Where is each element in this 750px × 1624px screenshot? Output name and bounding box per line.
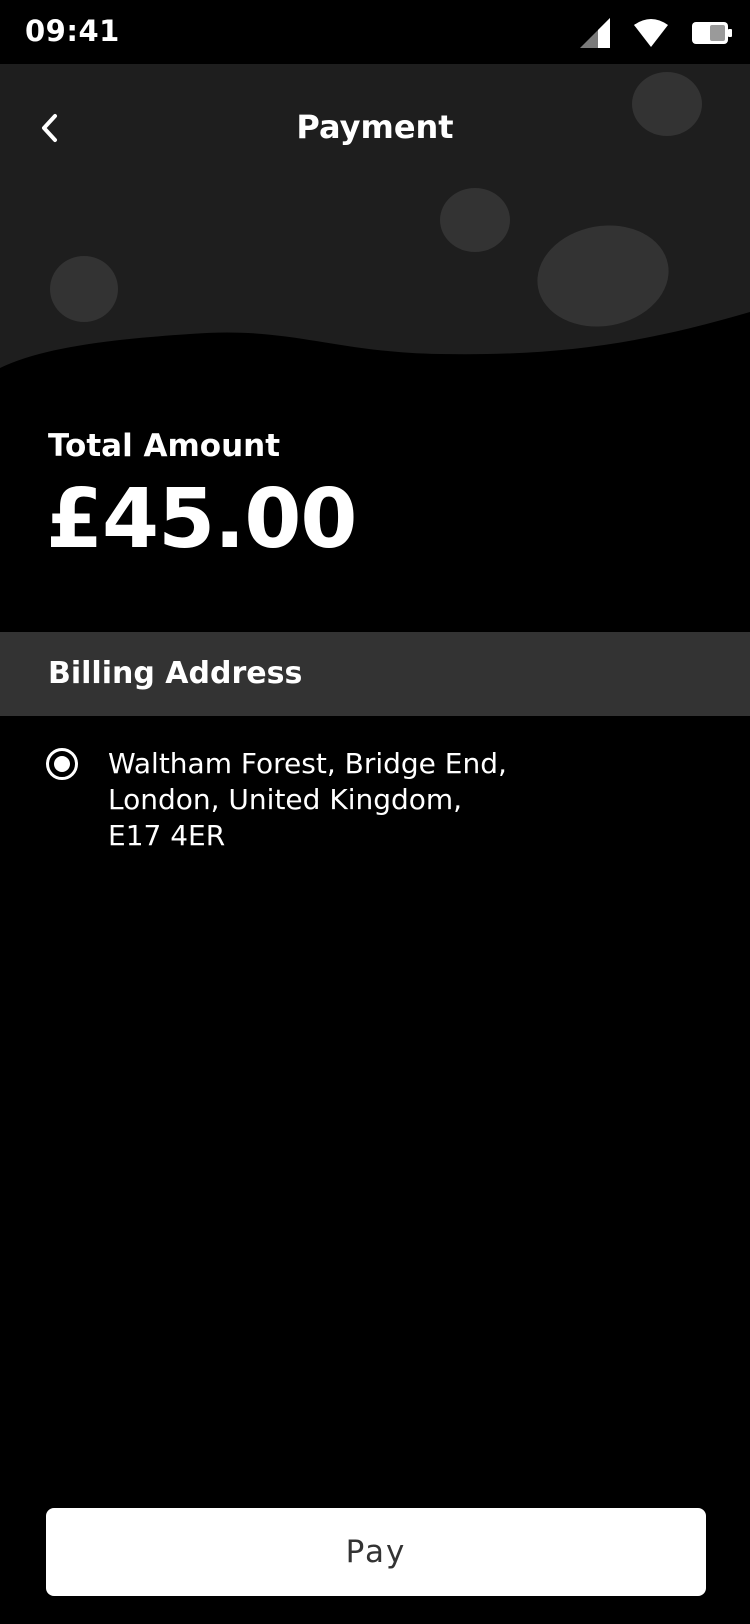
page-title: Payment xyxy=(296,108,454,146)
section-title: Billing Address xyxy=(48,656,303,691)
header: Payment xyxy=(0,64,750,384)
signal-icon xyxy=(580,18,610,53)
status-time: 09:41 xyxy=(25,14,120,48)
address-line-3: E17 4ER xyxy=(108,819,226,852)
status-icons xyxy=(580,18,732,53)
status-bar: 09:41 xyxy=(0,0,750,64)
pay-button[interactable]: Pay xyxy=(46,1508,706,1596)
billing-address-section: Billing Address xyxy=(0,632,750,716)
address-line-1: Waltham Forest, Bridge End, xyxy=(108,747,507,780)
radio-selected-dot xyxy=(54,756,70,772)
battery-icon xyxy=(692,22,732,49)
address-radio[interactable] xyxy=(46,748,78,780)
address-line-2: London, United Kingdom, xyxy=(108,783,463,816)
address-text: Waltham Forest, Bridge End, London, Unit… xyxy=(108,746,507,854)
total-amount-value: £45.00 xyxy=(46,472,357,567)
wifi-icon xyxy=(634,19,668,52)
total-amount-label: Total Amount xyxy=(48,428,281,464)
